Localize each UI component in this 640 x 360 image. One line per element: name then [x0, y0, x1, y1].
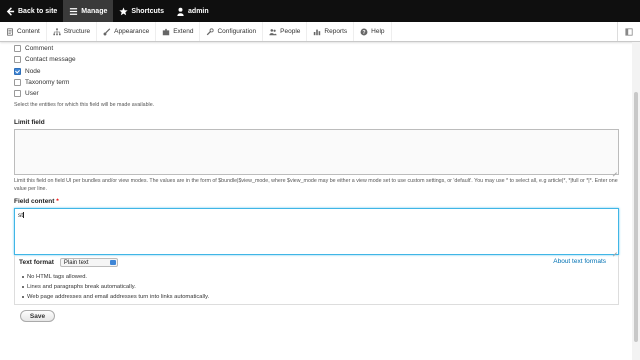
node-checkbox[interactable] [14, 68, 21, 75]
tray-item-people[interactable]: People [263, 22, 308, 41]
structure-icon [53, 27, 61, 35]
manage-label: Manage [81, 7, 108, 15]
tray-label-content: Content [17, 28, 40, 35]
tray-item-appearance[interactable]: Appearance [97, 22, 157, 41]
field-content-textarea[interactable]: st [14, 208, 619, 255]
tray-item-structure[interactable]: Structure [47, 22, 98, 41]
wrench-icon [207, 27, 215, 35]
resize-handle-icon-2[interactable] [612, 248, 617, 253]
brush-icon [103, 27, 111, 35]
field-content-label-text: Field content [14, 198, 55, 205]
manage-tab[interactable]: Manage [63, 0, 114, 22]
tray-item-content[interactable]: Content [0, 22, 47, 41]
select-arrows-icon [109, 260, 116, 265]
chart-icon [314, 29, 321, 35]
tray-label-help: Help [371, 28, 385, 35]
entity-option-taxonomy-term[interactable]: Taxonomy term [14, 79, 69, 86]
node-label: Node [25, 68, 41, 75]
text-format-label: Text format [19, 259, 54, 266]
main-content [0, 42, 632, 360]
format-tip: Web page addresses and email addresses t… [21, 294, 210, 300]
orientation-toggle-icon [625, 27, 633, 36]
format-tip: No HTML tags allowed. [21, 272, 209, 282]
back-to-site-label: Back to site [18, 7, 58, 15]
resize-handle-icon[interactable] [612, 168, 617, 173]
svg-text:?: ? [363, 29, 366, 35]
contact-message-label: Contact message [25, 56, 76, 63]
contact-message-checkbox[interactable] [14, 56, 21, 63]
admin-toolbar: Back to site Manage Shortcuts admin [0, 0, 640, 22]
entities-description: Select the entities for which this field… [14, 102, 155, 108]
shortcuts-label: Shortcuts [131, 7, 165, 15]
tray-item-help[interactable]: ? Help [354, 22, 392, 41]
puzzle-icon [163, 28, 170, 35]
save-button[interactable]: Save [20, 310, 55, 322]
tray-label-configuration: Configuration [217, 28, 257, 35]
text-format-tips: No HTML tags allowed. Lines and paragrap… [21, 272, 210, 302]
entity-option-user[interactable]: User [14, 90, 39, 97]
user-checkbox[interactable] [14, 90, 21, 97]
help-icon: ? [360, 28, 368, 35]
taxonomy-term-label: Taxonomy term [25, 79, 70, 86]
limit-field-description: Limit this field on field UI per bundles… [14, 178, 618, 192]
tray-item-configuration[interactable]: Configuration [200, 22, 264, 41]
shortcuts-tab[interactable]: Shortcuts [113, 0, 170, 22]
user-icon [176, 7, 184, 16]
tray-label-reports: Reports [324, 28, 348, 35]
limit-field-label: Limit field [14, 119, 45, 126]
tray-label-extend: Extend [173, 28, 194, 35]
tray-label-structure: Structure [63, 28, 91, 35]
menu-icon [69, 7, 78, 15]
text-format-wrapper: Text format Plain text About text format… [14, 255, 619, 305]
back-to-site-link[interactable]: Back to site [0, 0, 63, 22]
text-cursor [23, 212, 25, 219]
comment-checkbox[interactable] [14, 45, 21, 52]
about-text-formats-link[interactable]: About text formats [553, 258, 606, 265]
content-icon [7, 27, 13, 36]
required-marker: * [56, 198, 59, 205]
field-content-label: Field content * [14, 198, 59, 205]
limit-field-textarea[interactable] [14, 129, 619, 175]
tray-orientation-toggle[interactable] [617, 22, 640, 41]
user-tab[interactable]: admin [170, 0, 215, 22]
user-label: admin [188, 7, 209, 15]
people-icon [269, 28, 277, 35]
text-format-select[interactable]: Plain text [59, 258, 118, 267]
format-tip: Lines and paragraphs break automatically… [21, 282, 209, 292]
star-icon [119, 7, 128, 16]
text-format-selected: Plain text [63, 259, 89, 266]
scrollbar-thumb[interactable] [634, 92, 638, 342]
user-option-label: User [25, 90, 39, 97]
admin-tray: Content Structure Appearance Extend Conf… [0, 22, 640, 42]
entity-option-comment[interactable]: Comment [14, 45, 53, 52]
tray-item-reports[interactable]: Reports [307, 22, 355, 41]
entity-option-contact-message[interactable]: Contact message [14, 56, 76, 63]
tray-label-appearance: Appearance [114, 28, 150, 35]
taxonomy-term-checkbox[interactable] [14, 79, 21, 86]
comment-label: Comment [25, 45, 54, 52]
tray-label-people: People [280, 28, 301, 35]
tray-item-extend[interactable]: Extend [156, 22, 201, 41]
entity-option-node[interactable]: Node [14, 68, 41, 75]
text-format-selector: Text format Plain text [19, 258, 118, 267]
page-scrollbar[interactable] [632, 42, 640, 360]
arrow-left-icon [6, 7, 15, 16]
